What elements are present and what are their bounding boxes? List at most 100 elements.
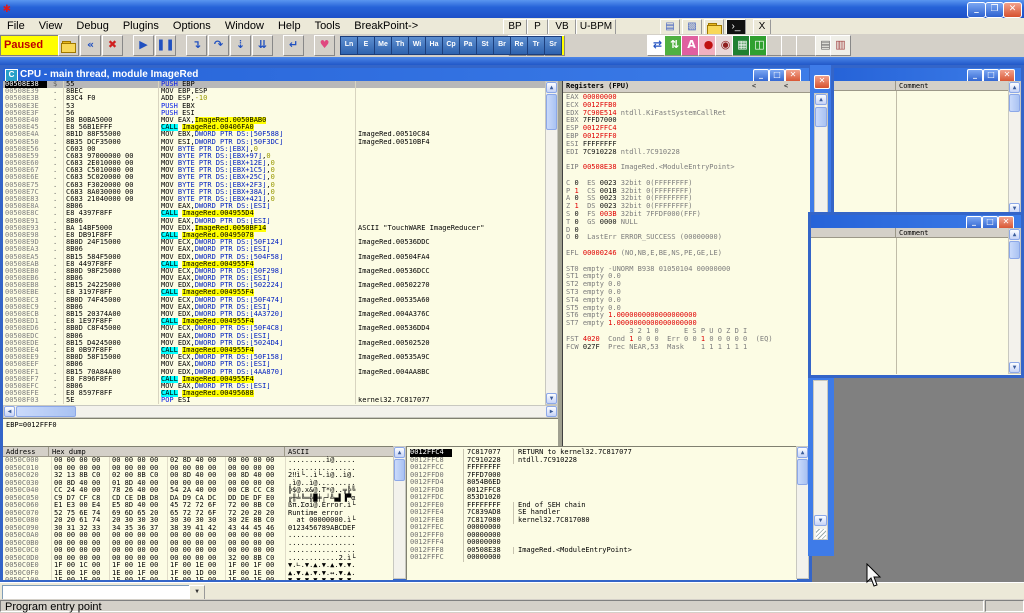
scroll-thumb[interactable] — [16, 406, 76, 417]
stack-row[interactable]: 0012FFF000000000 — [407, 532, 797, 540]
stack-row[interactable]: 0012FFC47C817077RETURN to kernel32.7C817… — [407, 449, 797, 457]
disasm-row[interactable]: 00508E83.C683 21040000 00MOV BYTE PTR DS… — [3, 196, 545, 203]
disasm-row[interactable]: 00508ECB.8B15 20374A00MOV EDX,DWORD PTR … — [3, 311, 545, 318]
step-over-button[interactable]: ↷ — [208, 35, 229, 56]
scroll-down-arrow[interactable]: ▼ — [814, 515, 827, 526]
menu-options[interactable]: Options — [166, 18, 218, 34]
disasm-row[interactable]: 00508E93.BA 14BF5000MOV EDX,ImageRed.005… — [3, 225, 545, 232]
menubar-button-p[interactable]: P — [527, 19, 548, 35]
close-program-button[interactable]: ✖ — [102, 35, 123, 56]
goto-button[interactable]: ♥ — [314, 35, 335, 56]
stack-row[interactable]: 0012FFD48054B6ED — [407, 479, 797, 487]
menubar-button-u-bpm[interactable]: U-BPM — [576, 19, 616, 35]
step-into-button[interactable]: ↴ — [186, 35, 207, 56]
disasm-row[interactable]: 00508EE9.8B0D 58F15000MOV ECX,DWORD PTR … — [3, 354, 545, 361]
disasm-row[interactable]: 00508EFE.E8 8597F8FFCALL ImageRed.004956… — [3, 390, 545, 397]
restore-button[interactable]: ❐ — [985, 2, 1004, 18]
disasm-row[interactable]: 00508E9D.8B0D 24F15000MOV ECX,DWORD PTR … — [3, 239, 545, 246]
toolbar-letter-ln[interactable]: Ln — [340, 36, 358, 55]
disasm-row[interactable]: 00508ED6.8B0D C8F45000MOV ECX,DWORD PTR … — [3, 325, 545, 332]
menubar-button-bp[interactable]: BP — [503, 19, 527, 35]
disasm-row[interactable]: 00508E7C.C683 8A030000 00MOV BYTE PTR DS… — [3, 189, 545, 196]
disasm-row[interactable]: 00508F03.5EPOP ESIkernel32.7C817077 — [3, 397, 545, 404]
disasm-row[interactable]: 00508E6E.C683 5C020000 00MOV BYTE PTR DS… — [3, 174, 545, 181]
menu-plugins[interactable]: Plugins — [116, 18, 166, 34]
registers-prev-button[interactable]: < — [744, 81, 764, 92]
scroll-thumb[interactable] — [1009, 94, 1020, 112]
scroll-thumb[interactable] — [1009, 241, 1020, 259]
animate-over-button[interactable]: ⇊ — [252, 35, 273, 56]
notes-icon[interactable]: ▤ — [660, 19, 680, 35]
disasm-row[interactable]: 00508EF7.E8 F896F8FFCALL ImageRed.004955… — [3, 376, 545, 383]
disasm-row[interactable]: 00508EF1.8B15 70A84A00MOV EDX,DWORD PTR … — [3, 369, 545, 376]
disasm-row[interactable]: 00508E59.C683 97000000 00MOV BYTE PTR DS… — [3, 153, 545, 160]
scroll-down-arrow[interactable]: ▼ — [546, 393, 557, 404]
toolbar-letter-cp[interactable]: Cp — [442, 36, 460, 55]
log-icon[interactable]: ▧ — [682, 19, 702, 35]
toolbar-letter-sr[interactable]: Sr — [544, 36, 562, 55]
stack-row[interactable]: 0012FFDC853D1020 — [407, 494, 797, 502]
disasm-row[interactable]: 00508E56.C603 00MOV BYTE PTR DS:[EBX],0 — [3, 146, 545, 153]
disasm-row[interactable]: 00508E4A.8B1D 88F55000MOV EBX,DWORD PTR … — [3, 131, 545, 138]
vscrollbar[interactable]: ▲ ▼ — [1008, 81, 1021, 215]
scroll-thumb[interactable] — [815, 107, 827, 127]
disasm-row[interactable]: 00508EC9.8B06MOV EAX,DWORD PTR DS:[ESI] — [3, 304, 545, 311]
dump-row[interactable]: 0050C1001F 00 1F 001F 00 1F 001F 00 1F 0… — [3, 577, 393, 580]
minimize-button[interactable]: _ — [967, 2, 986, 18]
menu-view[interactable]: View — [32, 18, 70, 34]
expression-dropdown-button[interactable]: ▼ — [189, 585, 205, 600]
stack-pane[interactable]: 0012FFC47C817077RETURN to kernel32.7C817… — [406, 446, 797, 580]
disasm-row[interactable]: 00508E50.8B35 DCF35000MOV ESI,DWORD PTR … — [3, 139, 545, 146]
disasm-row[interactable]: 00508EA5.8B15 584F5000MOV EDX,DWORD PTR … — [3, 254, 545, 261]
scroll-down-arrow[interactable]: ▼ — [1009, 362, 1020, 373]
scroll-up-arrow[interactable]: ▲ — [1009, 229, 1020, 240]
toolbar-letter-th[interactable]: Th — [391, 36, 409, 55]
menu-window[interactable]: Window — [218, 18, 271, 34]
scroll-right-arrow[interactable]: ▶ — [546, 406, 557, 417]
disasm-row[interactable]: 00508EB0.8B0D 98F25000MOV ECX,DWORD PTR … — [3, 268, 545, 275]
blank-button-3[interactable] — [796, 35, 817, 56]
scroll-up-arrow[interactable]: ▲ — [797, 447, 808, 458]
dump-pane[interactable]: Address Hex dump ASCII 0050C00000 00 00 … — [3, 446, 393, 580]
disasm-row[interactable]: 00508EDC.8B06MOV EAX,DWORD PTR DS:[ESI] — [3, 333, 545, 340]
toolbar-letter-wi[interactable]: Wi — [408, 36, 426, 55]
execute-return-button[interactable]: ↵ — [283, 35, 304, 56]
toolbar-letter-e[interactable]: E — [357, 36, 375, 55]
menu-file[interactable]: File — [0, 18, 32, 34]
disasm-row[interactable]: 00508EFC.8B06MOV EAX,DWORD PTR DS:[ESI] — [3, 383, 545, 390]
disasm-row[interactable]: 00508EAB.E8 4497F8FFCALL ImageRed.004955… — [3, 261, 545, 268]
toolbar-letter-tr[interactable]: Tr — [527, 36, 545, 55]
stack-row[interactable]: 0012FFD07FFD7000 — [407, 472, 797, 480]
stack-row[interactable]: 0012FFFC00000000 — [407, 554, 797, 562]
stack-row[interactable]: 0012FFE0FFFFFFFFEnd of SEH chain — [407, 502, 797, 510]
menu-tools[interactable]: Tools — [308, 18, 348, 34]
disasm-row[interactable]: 00508E8C.E8 4397F8FFCALL ImageRed.004955… — [3, 210, 545, 217]
vscrollbar[interactable]: ▲ ▼ — [1008, 228, 1021, 374]
panel-layout-button-2[interactable]: ▥ — [830, 35, 851, 56]
disasm-row[interactable]: 00508EC3.8B0D 74F45000MOV ECX,DWORD PTR … — [3, 297, 545, 304]
fragment-close-button[interactable]: ✕ — [814, 75, 830, 89]
comment-window-top-titlebar[interactable]: _ □ ✕ — [834, 68, 1021, 81]
toolbar-letter-br[interactable]: Br — [493, 36, 511, 55]
disasm-row[interactable]: 00508EEF.8B06MOV EAX,DWORD PTR DS:[ESI] — [3, 361, 545, 368]
toolbar-letter-pa[interactable]: Pa — [459, 36, 477, 55]
registers-next-button[interactable]: < — [776, 81, 796, 92]
stack-row[interactable]: 0012FFC87C910228ntdll.7C910228 — [407, 457, 797, 465]
scroll-thumb[interactable] — [797, 459, 808, 485]
scroll-up-arrow[interactable]: ▲ — [1009, 82, 1020, 93]
menu-debug[interactable]: Debug — [69, 18, 115, 34]
stack-row[interactable]: 0012FFEC00000000 — [407, 524, 797, 532]
restart-button[interactable]: « — [80, 35, 101, 56]
disasm-row[interactable]: 00508E45.E8 56B1EFFFCALL ImageRed.00406F… — [3, 124, 545, 131]
disasm-hscrollbar[interactable]: ◀ ▶ — [3, 405, 558, 418]
cpu-titlebar[interactable]: C CPU - main thread, module ImageRed _ □… — [3, 68, 809, 81]
scroll-up-arrow[interactable]: ▲ — [546, 82, 557, 93]
pause-button[interactable]: ❚❚ — [155, 35, 176, 56]
disasm-row[interactable]: 00508E8A.8B06MOV EAX,DWORD PTR DS:[ESI] — [3, 203, 545, 210]
run-button[interactable]: ▶ — [133, 35, 154, 56]
menu-breakpoint[interactable]: BreakPoint-> — [347, 18, 425, 34]
disasm-row[interactable]: 00508E38$55PUSH EBP — [3, 81, 545, 88]
disasm-row[interactable]: 00508E91.8B06MOV EAX,DWORD PTR DS:[ESI] — [3, 218, 545, 225]
open-file-button[interactable] — [58, 35, 79, 56]
disasm-row[interactable]: 00508E3E.53PUSH EBX — [3, 103, 545, 110]
